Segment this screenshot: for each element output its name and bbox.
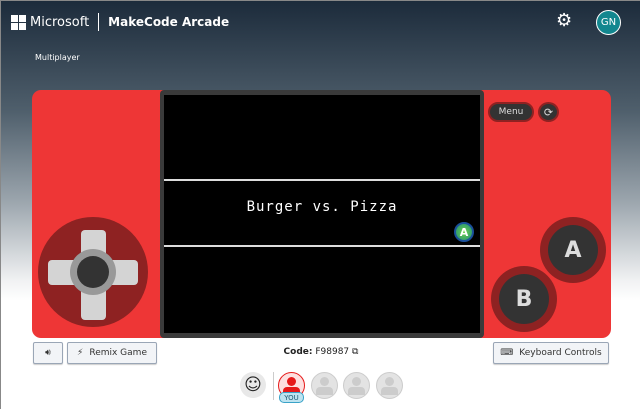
player-slot-2 xyxy=(311,372,338,399)
a-button[interactable]: A xyxy=(540,217,606,283)
lightning-icon: ⚡︎ xyxy=(77,348,84,358)
remix-game-button[interactable]: ⚡︎ Remix Game xyxy=(67,342,157,364)
divider xyxy=(273,372,274,400)
page-subtitle: Multiplayer xyxy=(35,53,80,62)
join-code: Code: F98987 ⧉ xyxy=(261,347,381,357)
brand-divider xyxy=(98,13,100,31)
speaker-icon: 🔊︎ xyxy=(45,348,51,358)
avatar[interactable]: GN xyxy=(596,10,621,35)
keyboard-label: Keyboard Controls xyxy=(519,348,602,358)
divider-line xyxy=(164,245,480,247)
menu-button[interactable]: Menu xyxy=(488,102,534,122)
code-label: Code: xyxy=(283,347,313,357)
a-button-label: A xyxy=(548,225,598,275)
mute-button[interactable]: 🔊︎ xyxy=(33,342,63,364)
game-screen[interactable]: Burger vs. Pizza A xyxy=(164,95,480,333)
divider-line xyxy=(164,179,480,181)
brand-name: Microsoft xyxy=(30,14,90,30)
gear-icon[interactable]: ⚙ xyxy=(556,12,572,30)
a-button-prompt-icon: A xyxy=(454,222,474,242)
player-slot-4 xyxy=(376,372,403,399)
restart-icon[interactable]: ⟳ xyxy=(538,102,559,122)
player-slot-3 xyxy=(343,372,370,399)
brand[interactable]: Microsoft MakeCode Arcade xyxy=(11,12,229,32)
you-badge: YOU xyxy=(279,392,304,403)
emoji-reaction-icon[interactable]: ☺ xyxy=(240,372,266,398)
code-value: F98987 xyxy=(315,347,350,357)
product-name: MakeCode Arcade xyxy=(108,15,230,29)
remix-label: Remix Game xyxy=(89,348,147,358)
copy-icon[interactable]: ⧉ xyxy=(352,347,358,357)
dpad[interactable] xyxy=(38,217,148,327)
game-title: Burger vs. Pizza xyxy=(246,199,398,215)
b-button-label: B xyxy=(499,274,549,324)
keyboard-controls-button[interactable]: ⌨ Keyboard Controls xyxy=(493,342,609,364)
microsoft-logo-icon xyxy=(11,14,26,30)
keyboard-icon: ⌨ xyxy=(500,348,514,358)
b-button[interactable]: B xyxy=(491,266,557,332)
dpad-center xyxy=(70,249,116,295)
